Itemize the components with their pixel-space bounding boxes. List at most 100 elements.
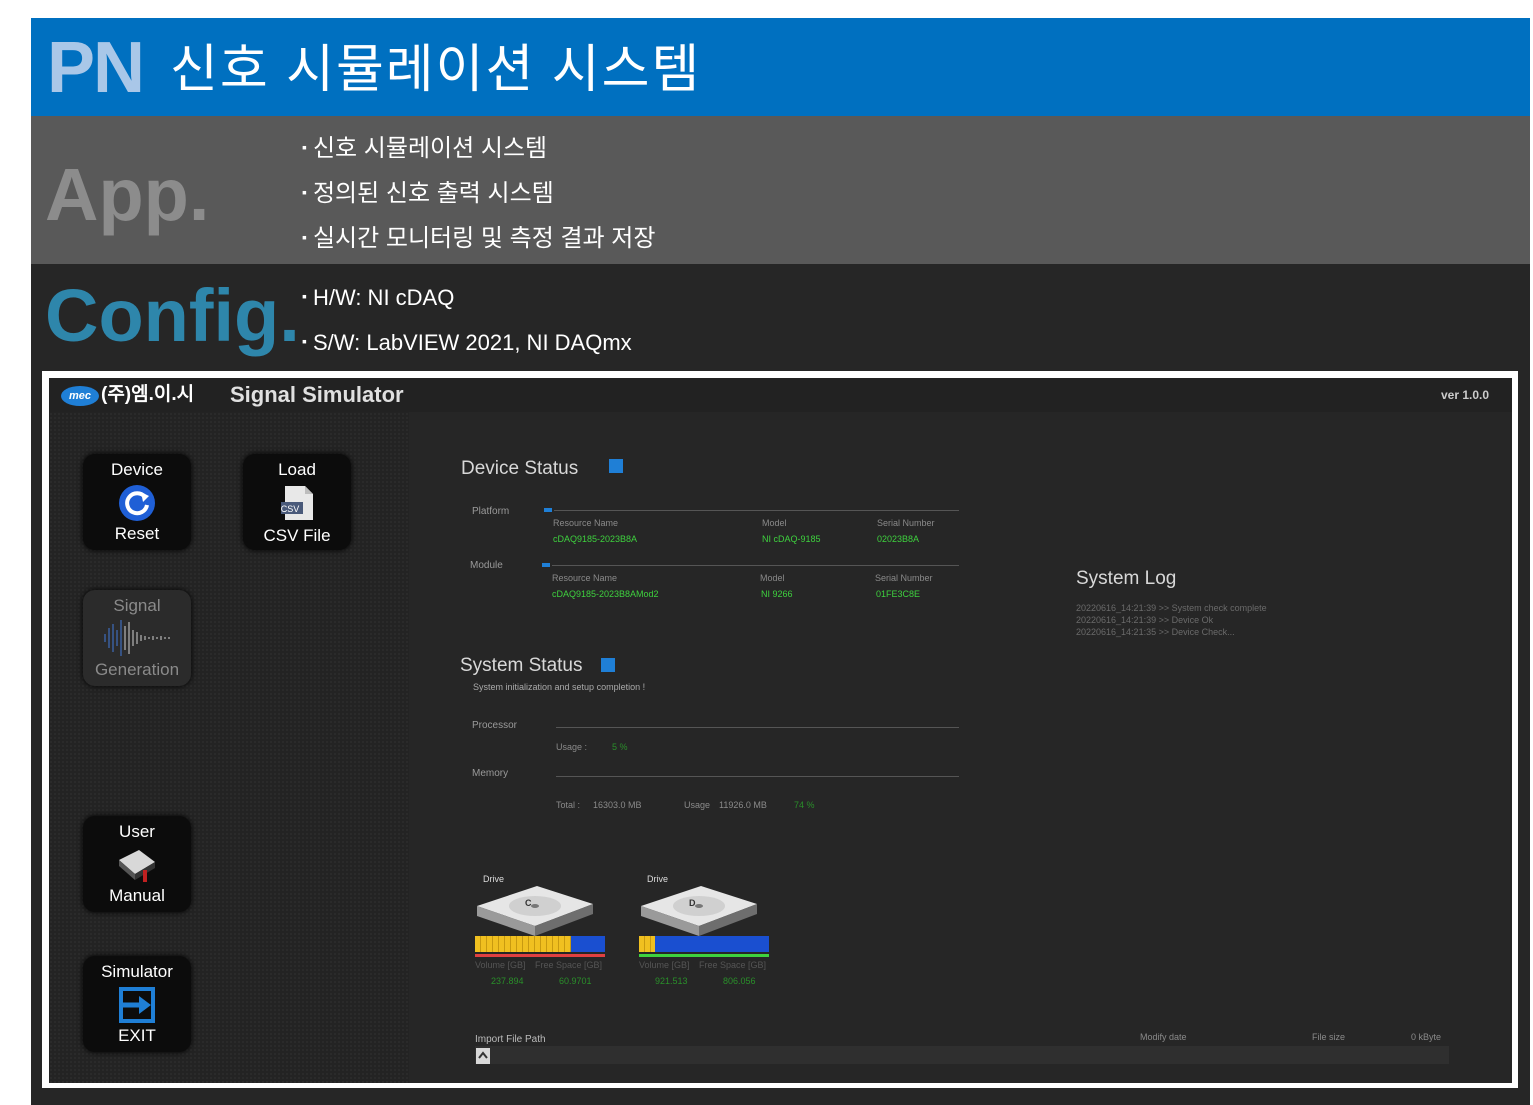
processor-label: Processor [472,720,518,731]
module-header-serial: Serial Number [875,573,933,583]
platform-header-model: Model [762,518,787,528]
device-reset-label-top: Device [111,460,163,479]
memory-usage-percent: 74 % [794,800,815,810]
log-entry: 20220616_14:21:39 >> Device Ok [1076,615,1214,625]
drive-status-line [475,954,605,957]
processor-usage-value: 5 % [612,742,628,752]
load-csv-label-top: Load [278,460,316,479]
log-entry: 20220616_14:21:35 >> Device Check... [1076,627,1235,637]
browse-folder-button[interactable] [476,1048,490,1064]
drive-letter: D [689,898,696,908]
simulator-exit-label-bottom: EXIT [118,1026,156,1045]
drive-free-value: 806.056 [723,976,756,986]
user-manual-label-top: User [119,822,155,841]
folder-icon [478,1051,488,1059]
drive-volume-header: Volume [GB] [639,960,690,970]
device-status-indicator [609,459,623,473]
config-bullet-sw: S/W: LabVIEW 2021, NI DAQmx [302,329,632,359]
import-file-path-label: Import File Path [475,1034,546,1045]
system-status-message: System initialization and setup completi… [473,682,646,692]
sidebar: Device Reset Load CSV CSV File Signal Ge… [49,412,409,1083]
page-title: 신호 시뮬레이션 시스템 [170,41,702,99]
memory-usage-value: 11926.0 MB [719,800,767,810]
refresh-icon [119,485,155,521]
device-reset-label-bottom: Reset [114,524,160,543]
signal-generation-button[interactable]: Signal Generation [83,590,191,686]
config-heading: Config. [45,274,300,357]
project-code: PN [47,28,145,108]
app-title: Signal Simulator [230,382,404,407]
load-csv-label-bottom: CSV File [263,526,331,545]
module-label: Module [470,560,503,571]
import-file-path-input[interactable] [475,1046,1449,1064]
drive-usage-fill [639,936,655,952]
user-manual-label-bottom: Manual [109,886,165,905]
app-section [31,116,1530,264]
memory-label: Memory [472,768,509,779]
hard-drive-icon [477,886,593,936]
book-icon [119,850,155,882]
company-name: (주)엠.이.시 [101,384,195,405]
drive-usage-bar [475,936,605,952]
device-reset-button[interactable]: Device Reset [83,454,191,550]
app-bullet-1: 신호 시뮬레이션 시스템 [302,134,547,166]
module-serial: 01FE3C8E [876,589,921,599]
drive-volume-header: Volume [GB] [475,960,526,970]
module-header-resource: Resource Name [552,573,618,583]
waveform-icon [104,620,170,656]
platform-serial: 02023B8A [877,534,920,544]
system-log-title: System Log [1076,568,1177,589]
processor-usage-label: Usage : [556,742,588,752]
app-heading: App. [45,153,210,236]
app-bullet-2: 정의된 신호 출력 시스템 [302,179,554,211]
module-header-model: Model [760,573,785,583]
drive-free-value: 60.9701 [559,976,592,986]
drive-volume-value: 921.513 [655,976,688,986]
platform-header-serial: Serial Number [877,518,935,528]
simulator-exit-button[interactable]: Simulator EXIT [83,956,191,1052]
drive-usage-fill [475,936,571,952]
drive-volume-value: 237.894 [491,976,524,986]
drive-widget: Drive C Volume [GB] Free Space [GB] 237.894 6… [475,874,625,1004]
drive-free-header: Free Space [GB] [699,960,767,970]
drives-area [409,412,410,413]
drive-widget: Drive D Volume [GB] Free Space [GB] 921.513 8… [639,874,789,1004]
modify-date-label: Modify date [1140,1032,1187,1042]
module-resource-name: cDAQ9185-2023B8AMod2 [552,589,659,599]
signal-generation-label-bottom: Generation [94,660,180,679]
platform-model: NI cDAQ-9185 [762,534,821,544]
signal-generation-label-top: Signal [113,596,161,615]
file-size-label: File size [1312,1032,1346,1042]
app-bullet-3: 실시간 모니터링 및 측정 결과 저장 [302,224,655,256]
platform-divider [554,510,959,511]
company-logo: mec [61,386,99,406]
memory-total-label: Total : [556,800,581,810]
config-bullet-hw: H/W: NI cDAQ [302,284,454,314]
drive-status-line [639,954,769,957]
csv-file-icon [281,486,313,520]
platform-resource-name: cDAQ9185-2023B8A [553,534,638,544]
system-status-indicator [601,658,615,672]
main-panel: Device Status Platform Resource Name Mod… [409,412,1512,1083]
module-divider [552,565,959,566]
log-entry: 20220616_14:21:39 >> System check comple… [1076,603,1267,613]
memory-divider [556,776,959,777]
drive-usage-bar [639,936,769,952]
file-size-value: 0 kByte [1411,1032,1442,1042]
csv-badge: CSV [280,504,300,514]
drive-letter: C [525,898,532,908]
platform-label: Platform [472,506,510,517]
module-indicator [542,563,550,567]
platform-indicator [544,508,552,512]
simulator-exit-label-top: Simulator [101,962,173,981]
version-label: ver 1.0.0 [1441,388,1490,402]
drive-free-header: Free Space [GB] [535,960,603,970]
load-csv-button[interactable]: Load CSV CSV File [243,454,351,550]
user-manual-button[interactable]: User Manual [83,816,191,912]
memory-total-value: 16303.0 MB [593,800,642,810]
hard-drive-icon [641,886,757,936]
simulator-window: mec (주)엠.이.시 Signal Simulator ver 1.0.0 … [49,378,1512,1083]
module-model: NI 9266 [761,589,793,599]
memory-usage-label: Usage [684,800,711,810]
app-titlebar: mec (주)엠.이.시 Signal Simulator ver 1.0.0 [49,378,1512,412]
